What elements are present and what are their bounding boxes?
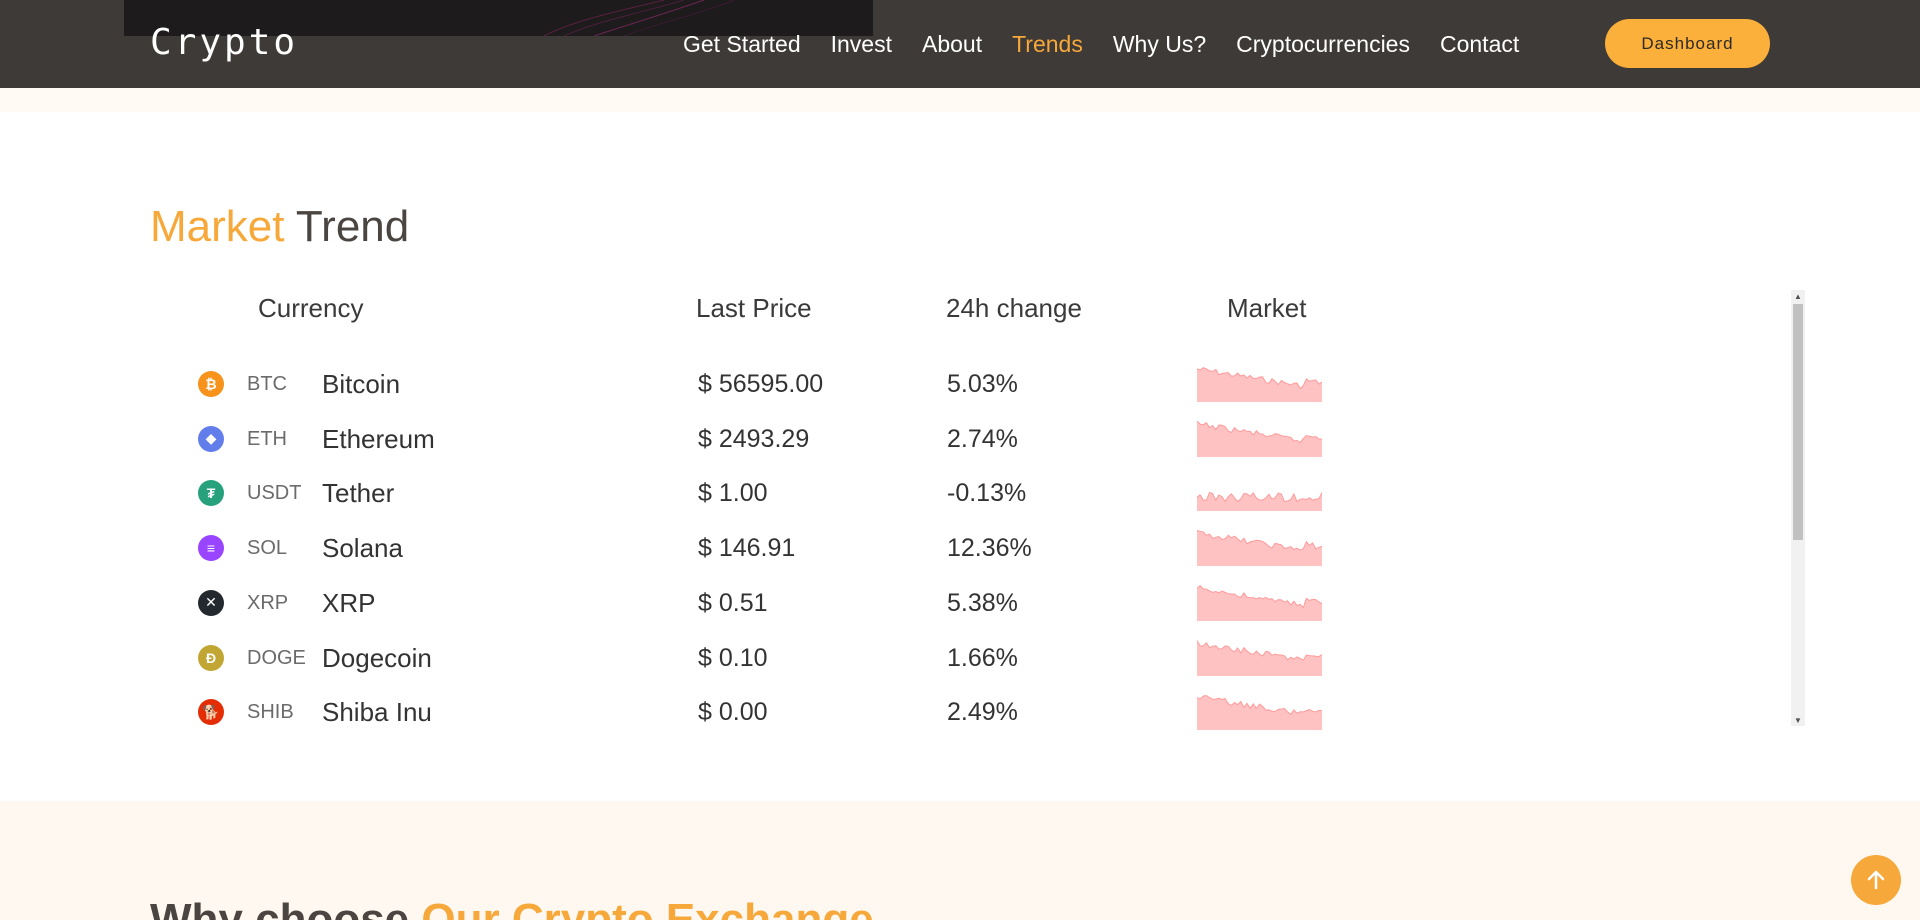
last-price: $ 146.91 [698, 534, 796, 563]
table-row[interactable]: ◆ ETH Ethereum $ 2493.29 2.74% [180, 415, 1380, 463]
currency-symbol: ETH [247, 427, 287, 450]
last-price: $ 2493.29 [698, 424, 810, 453]
currency-name: Tether [322, 478, 395, 509]
last-price: $ 0.10 [698, 643, 768, 672]
nav-about[interactable]: About [922, 24, 982, 64]
why-choose-title-accent: Our Crypto Exchange [421, 895, 874, 920]
tether-icon: ₮ [198, 480, 224, 507]
currency-name: Dogecoin [322, 642, 432, 673]
why-choose-title: Why choose Our Crypto Exchange [150, 893, 874, 920]
market-trend-title-accent: Market [150, 202, 285, 251]
column-header-last-price: Last Price [696, 293, 812, 323]
currency-name: Bitcoin [322, 369, 401, 399]
currency-symbol: XRP [247, 591, 289, 614]
dogecoin-icon: Ð [198, 644, 224, 671]
currency-symbol: SHIB [247, 701, 294, 724]
nav-get-started[interactable]: Get Started [683, 24, 801, 64]
market-trend-title: Market Trend [150, 200, 409, 254]
change-24h: 5.03% [947, 370, 1018, 398]
back-to-top-button[interactable] [1851, 855, 1901, 905]
change-24h: 5.38% [947, 588, 1018, 617]
change-24h: 2.74% [947, 424, 1018, 453]
scrollbar-thumb[interactable] [1793, 304, 1803, 540]
nav-cryptocurrencies[interactable]: Cryptocurrencies [1236, 24, 1410, 64]
change-24h: 12.36% [947, 534, 1032, 563]
nav-invest[interactable]: Invest [831, 24, 892, 64]
currency-symbol: DOGE [247, 646, 306, 669]
table-scrollbar[interactable]: ▲ ▼ [1791, 290, 1805, 726]
market-sparkline [1197, 367, 1322, 402]
nav-why-us[interactable]: Why Us? [1113, 24, 1206, 64]
why-choose-title-dark: Why choose [150, 895, 422, 920]
market-trend-title-rest: Trend [295, 202, 410, 251]
scroll-up-arrow-icon[interactable]: ▲ [1791, 290, 1805, 302]
xrp-icon: ✕ [198, 589, 224, 616]
table-row[interactable]: 🐕 SHIB Shiba Inu $ 0.00 2.49% [180, 688, 1380, 736]
last-price: $ 56595.00 [698, 370, 824, 398]
dashboard-button[interactable]: Dashboard [1605, 19, 1770, 68]
change-24h: 1.66% [947, 643, 1018, 672]
last-price: $ 0.00 [698, 698, 768, 727]
why-choose-section: Why choose Our Crypto Exchange [0, 801, 1920, 920]
table-row[interactable]: Ð DOGE Dogecoin $ 0.10 1.66% [180, 634, 1380, 682]
currency-symbol: SOL [247, 537, 288, 560]
last-price: $ 0.51 [698, 588, 768, 617]
change-24h: 2.49% [947, 698, 1018, 727]
column-header-market: Market [1227, 293, 1307, 323]
currency-name: Solana [322, 533, 403, 564]
change-24h: -0.13% [947, 479, 1027, 508]
shiba-inu-icon: 🐕 [198, 699, 224, 726]
scroll-down-arrow-icon[interactable]: ▼ [1791, 714, 1805, 726]
table-row[interactable]: ✕ XRP XRP $ 0.51 5.38% [180, 579, 1380, 627]
column-header-currency: Currency [258, 293, 364, 323]
bitcoin-icon: ₿ [198, 371, 224, 397]
currency-name: XRP [322, 587, 376, 618]
market-sparkline [1197, 492, 1322, 512]
nav-contact[interactable]: Contact [1440, 24, 1519, 64]
ethereum-icon: ◆ [198, 425, 224, 452]
brand-logo[interactable]: Crypto [150, 18, 298, 68]
market-sparkline [1197, 584, 1322, 621]
market-table[interactable]: Currency Last Price 24h change Market ₿ B… [180, 288, 1805, 731]
last-price: $ 1.00 [698, 479, 768, 508]
table-row[interactable]: ≡ SOL Solana $ 146.91 12.36% [180, 524, 1380, 572]
nav-trends[interactable]: Trends [1012, 24, 1083, 64]
currency-symbol: USDT [247, 482, 302, 505]
currency-name: Ethereum [322, 423, 435, 454]
main-nav: Get Started Invest About Trends Why Us? … [683, 24, 1549, 64]
market-sparkline [1197, 639, 1322, 676]
column-header-24h-change: 24h change [946, 293, 1082, 323]
solana-icon: ≡ [198, 535, 224, 562]
table-row[interactable]: ₮ USDT Tether $ 1.00 -0.13% [180, 469, 1380, 517]
top-navbar: Crypto Get Started Invest About Trends W… [0, 0, 1920, 88]
table-row[interactable]: ₿ BTC Bitcoin $ 56595.00 5.03% [180, 360, 1380, 408]
market-sparkline [1197, 695, 1322, 731]
arrow-up-icon [1867, 870, 1885, 890]
currency-name: Shiba Inu [322, 697, 432, 728]
market-sparkline [1197, 420, 1322, 457]
market-sparkline [1197, 529, 1322, 567]
header-divider [0, 88, 1920, 112]
currency-symbol: BTC [247, 373, 287, 395]
